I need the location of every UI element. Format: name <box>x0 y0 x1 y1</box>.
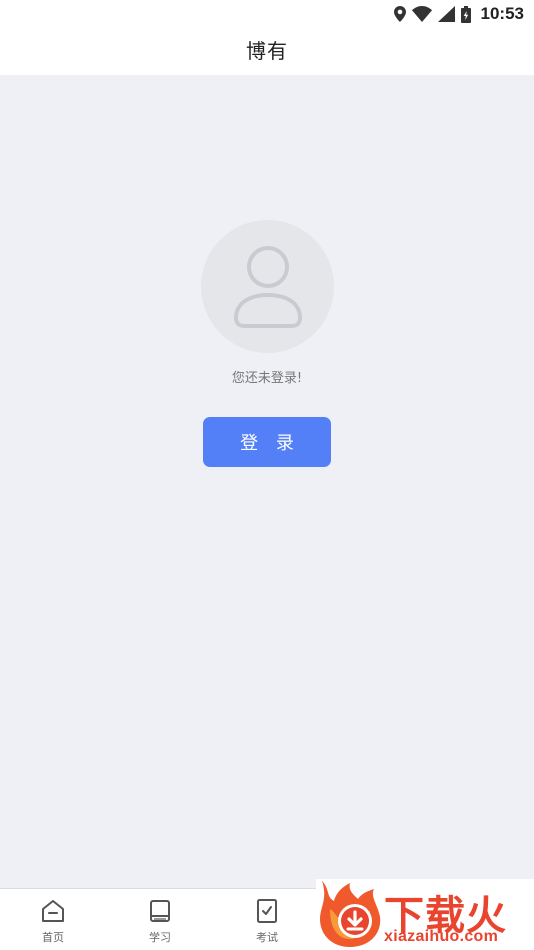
user-placeholder-icon <box>231 240 305 334</box>
tab-exam-label: 考试 <box>256 931 278 944</box>
home-icon <box>40 899 66 927</box>
exam-icon <box>255 899 279 927</box>
location-icon <box>393 6 406 22</box>
watermark-url: xiazaihuo.com <box>384 928 499 945</box>
wifi-icon <box>411 6 432 22</box>
not-logged-in-text: 您还未登录! <box>231 371 303 386</box>
avatar[interactable] <box>201 220 334 353</box>
header: 博有 <box>0 28 534 75</box>
tab-home[interactable]: 首页 <box>23 899 83 945</box>
flame-logo-icon <box>316 879 386 950</box>
login-button[interactable]: 登 录 <box>203 417 331 467</box>
screen: 10:53 博有 您还未登录! 登 录 首页 学习 考试 下载火 xiazaih… <box>0 0 534 950</box>
tab-home-label: 首页 <box>42 931 64 944</box>
status-icons: 10:53 <box>393 3 524 25</box>
battery-icon <box>460 5 471 23</box>
book-icon <box>148 899 172 927</box>
tab-exam[interactable]: 考试 <box>237 899 297 945</box>
tab-study[interactable]: 学习 <box>130 899 190 945</box>
tab-study-label: 学习 <box>149 931 171 944</box>
status-time: 10:53 <box>480 4 524 23</box>
page-title: 博有 <box>246 39 288 63</box>
watermark: 下载火 xiazaihuo.com <box>316 879 534 950</box>
signal-icon <box>437 6 455 22</box>
status-bar: 10:53 <box>0 0 534 28</box>
